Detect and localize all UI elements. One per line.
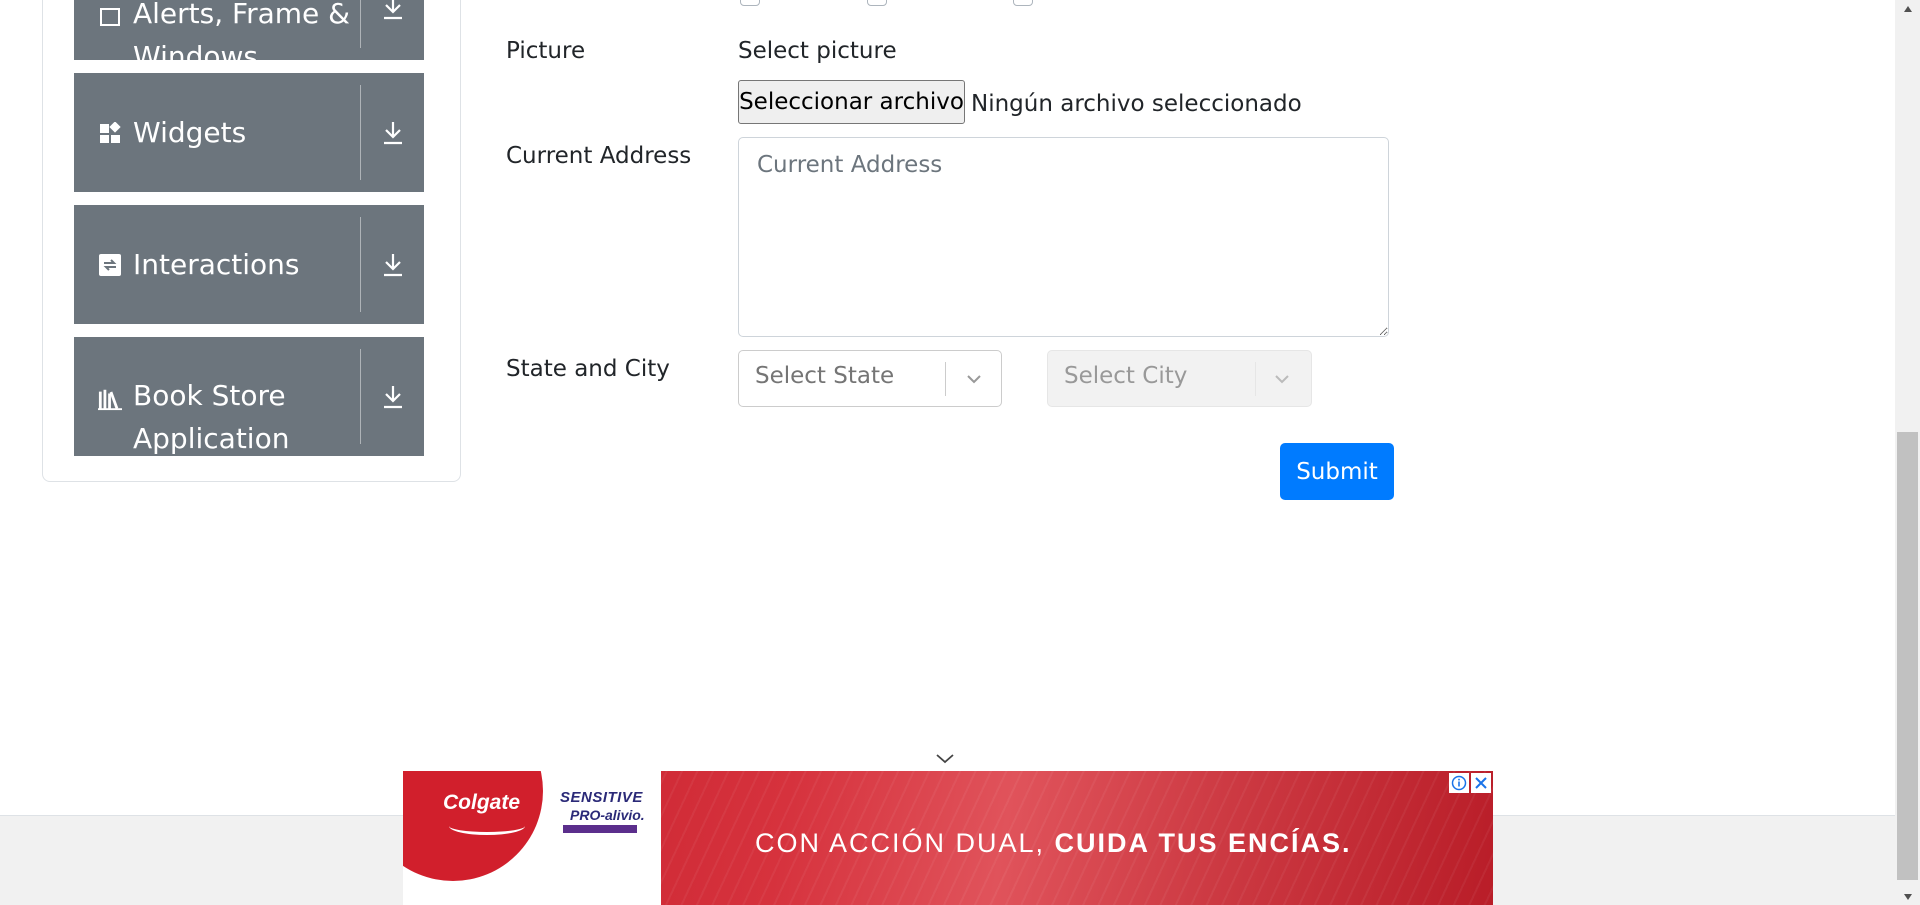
- ad-headline-regular: CON ACCIÓN DUAL,: [755, 828, 1055, 858]
- city-select: Select City: [1047, 350, 1312, 407]
- current-address-label: Current Address: [506, 143, 692, 169]
- picture-label: Picture: [506, 38, 586, 64]
- select-picture-hint: Select picture: [738, 38, 897, 64]
- download-arrow-icon[interactable]: [361, 0, 424, 60]
- ad-close-icon[interactable]: [1471, 773, 1491, 793]
- sidebar-group-alerts-frame-windows[interactable]: Alerts, Frame & Windows: [74, 0, 424, 73]
- current-address-textarea[interactable]: [738, 137, 1389, 337]
- hobby-checkbox[interactable]: [1013, 0, 1033, 6]
- sidebar-group-label: Alerts, Frame & Windows: [133, 0, 351, 73]
- ad-collapse-chevron-icon[interactable]: [934, 748, 956, 770]
- chevron-down-icon: [962, 367, 986, 391]
- choose-file-button[interactable]: Seleccionar archivo: [738, 80, 965, 124]
- state-select[interactable]: Select State: [738, 350, 1002, 407]
- download-arrow-icon[interactable]: [361, 337, 424, 456]
- sidebar-group-interactions[interactable]: Interactions: [74, 205, 424, 324]
- sidebar-group-book-store[interactable]: Book Store Application: [74, 337, 424, 456]
- ad-product-line-2: PRO-alivio.: [570, 807, 645, 823]
- file-status-text: Ningún archivo seleccionado: [971, 91, 1302, 117]
- select-separator: [1255, 362, 1256, 396]
- sidebar-group-header[interactable]: Book Store Application: [74, 337, 360, 456]
- colgate-ad-banner[interactable]: Colgate SENSITIVE PRO-alivio. CON ACCIÓN…: [403, 771, 1493, 905]
- hobby-checkbox[interactable]: [867, 0, 887, 6]
- ad-info-icon[interactable]: [1449, 773, 1469, 793]
- scroll-down-arrow-icon[interactable]: [1895, 888, 1920, 905]
- scroll-up-arrow-icon[interactable]: [1895, 0, 1920, 17]
- submit-button[interactable]: Submit: [1280, 443, 1394, 500]
- ad-product-stripe: [563, 825, 637, 833]
- state-and-city-label: State and City: [506, 356, 670, 382]
- ad-brand-logo: Colgate: [443, 791, 521, 814]
- sidebar-group-widgets[interactable]: Widgets: [74, 73, 424, 192]
- interactions-icon: [98, 253, 122, 277]
- sidebar-group-label: Book Store Application: [133, 379, 290, 455]
- sidebar-group-label: Widgets: [133, 116, 247, 149]
- sidebar-group-header[interactable]: Alerts, Frame & Windows: [74, 0, 360, 73]
- state-select-placeholder: Select State: [755, 363, 895, 389]
- download-arrow-icon[interactable]: [361, 73, 424, 192]
- ad-product-line-1: SENSITIVE: [560, 789, 643, 806]
- widgets-icon: [98, 121, 122, 145]
- city-select-placeholder: Select City: [1064, 363, 1188, 389]
- download-arrow-icon[interactable]: [361, 205, 424, 324]
- ad-logo-card: Colgate SENSITIVE PRO-alivio.: [403, 771, 661, 905]
- sidebar-group-label: Interactions: [133, 248, 300, 281]
- sidebar-group-header[interactable]: Widgets: [74, 73, 360, 192]
- ad-headline-bold: CUIDA TUS ENCÍAS.: [1054, 828, 1352, 858]
- sidebar-group-header[interactable]: Interactions: [74, 205, 360, 324]
- select-separator: [945, 362, 946, 396]
- vertical-scrollbar[interactable]: [1895, 0, 1920, 905]
- chevron-down-icon: [1270, 367, 1294, 391]
- window-icon: [98, 5, 122, 29]
- books-icon: [98, 387, 122, 411]
- page: Alerts, Frame & Windows Widgets Interact…: [0, 0, 1920, 905]
- colgate-smile-icon: [449, 817, 525, 835]
- ad-headline: CON ACCIÓN DUAL, CUIDA TUS ENCÍAS.: [755, 828, 1352, 859]
- scrollbar-thumb[interactable]: [1897, 432, 1918, 880]
- hobby-checkbox[interactable]: [740, 0, 760, 6]
